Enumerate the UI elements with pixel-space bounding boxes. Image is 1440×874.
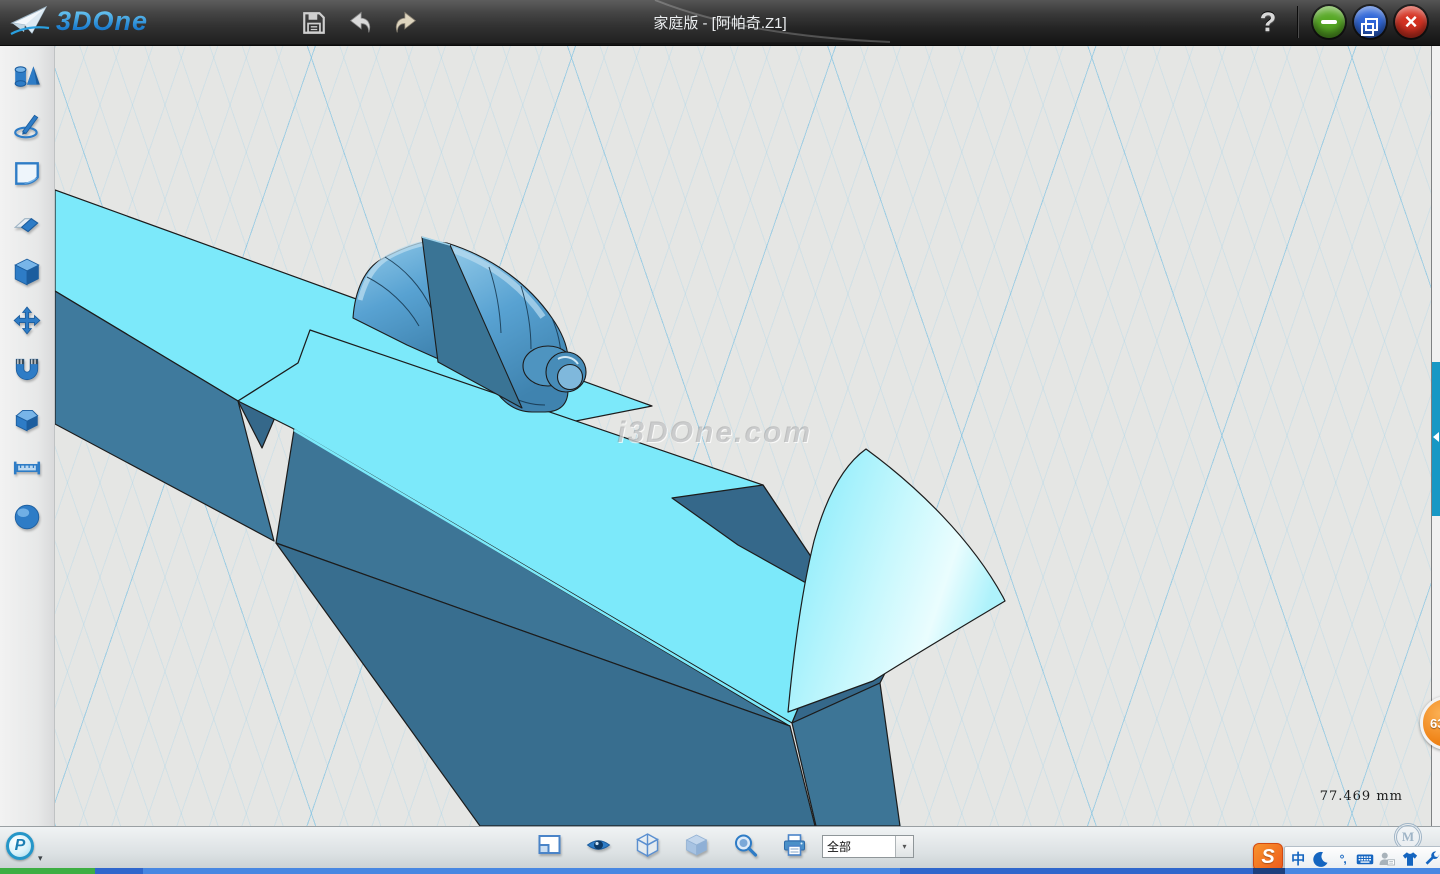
print-button[interactable] <box>781 830 808 860</box>
pmi-mode-button[interactable]: P <box>6 832 34 860</box>
watermark: i3DOne.com <box>617 416 812 450</box>
titlebar-separator <box>1297 6 1298 38</box>
night-mode[interactable] <box>1311 850 1329 868</box>
account[interactable] <box>1378 850 1396 868</box>
minus-icon <box>1321 20 1337 24</box>
zoom-button[interactable] <box>732 830 759 860</box>
title-bar: 3DOne 家庭版 - [阿帕奇.Z1] ? × <box>0 0 1440 46</box>
os-taskbar-sliver[interactable] <box>0 868 1440 874</box>
side-panel-flyout-tab[interactable] <box>1432 362 1440 516</box>
soft-keyboard[interactable] <box>1356 850 1374 868</box>
chevron-left-icon <box>1433 432 1439 442</box>
assembly-tool[interactable] <box>10 353 44 387</box>
restore-windows-icon <box>1365 18 1378 31</box>
pmi-dropdown-caret[interactable]: ▾ <box>38 853 43 864</box>
skin[interactable] <box>1401 850 1419 868</box>
sketch-tool[interactable] <box>10 108 44 142</box>
primitives-tool[interactable] <box>10 59 44 93</box>
3done-application-window: 3DOne 家庭版 - [阿帕奇.Z1] ? × <box>0 0 1440 874</box>
3d-viewport-canvas[interactable]: i3DOne.com 77.469 mm <box>55 45 1431 826</box>
badge-count: 63 <box>1430 716 1440 731</box>
scale-indicator: 77.469 mm <box>1320 789 1403 804</box>
minimize-button[interactable] <box>1313 6 1345 38</box>
model-gun-barrel-face <box>558 365 583 390</box>
close-x-icon: × <box>1395 6 1427 38</box>
display-filter-value: 全部 <box>823 838 895 855</box>
feature-tool[interactable] <box>10 255 44 289</box>
eraser-tool[interactable] <box>10 206 44 240</box>
taskbar-segment[interactable] <box>143 868 900 874</box>
measure-tool[interactable] <box>10 451 44 485</box>
display-filter-select[interactable]: 全部 ▾ <box>822 835 914 858</box>
visibility-button[interactable] <box>585 830 612 860</box>
close-button[interactable]: × <box>1395 6 1427 38</box>
combine-tool[interactable] <box>10 402 44 436</box>
taskbar-segment[interactable] <box>1285 868 1440 874</box>
taskbar-segment[interactable] <box>95 868 143 874</box>
view-control-group <box>536 830 808 860</box>
taskbar-segment[interactable] <box>900 868 1253 874</box>
view-plane-button[interactable] <box>536 830 563 860</box>
taskbar-segment[interactable] <box>1253 868 1285 874</box>
toolbox[interactable] <box>1423 850 1440 868</box>
material-tool[interactable] <box>10 500 44 534</box>
help-button[interactable]: ? <box>1255 4 1281 40</box>
main-tool-sidebar <box>0 45 55 827</box>
lang-mode[interactable]: 中 <box>1289 850 1307 868</box>
document-title: 家庭版 - [阿帕奇.Z1] <box>0 0 1440 45</box>
sketch-plane-tool[interactable] <box>10 157 44 191</box>
ime-sogou-logo[interactable]: S <box>1253 843 1283 871</box>
wireframe-button[interactable] <box>634 830 661 860</box>
status-bar: P ▾ 全部 ▾ M S 中°, <box>0 826 1440 869</box>
taskbar-segment[interactable] <box>0 868 95 874</box>
shaded-button[interactable] <box>683 830 710 860</box>
model-curved-panel <box>788 449 1005 712</box>
restore-button[interactable] <box>1354 6 1386 38</box>
move-tool[interactable] <box>10 304 44 338</box>
window-controls: × <box>1313 6 1427 38</box>
punctuation[interactable]: °, <box>1334 850 1352 868</box>
chevron-down-icon[interactable]: ▾ <box>895 836 913 857</box>
